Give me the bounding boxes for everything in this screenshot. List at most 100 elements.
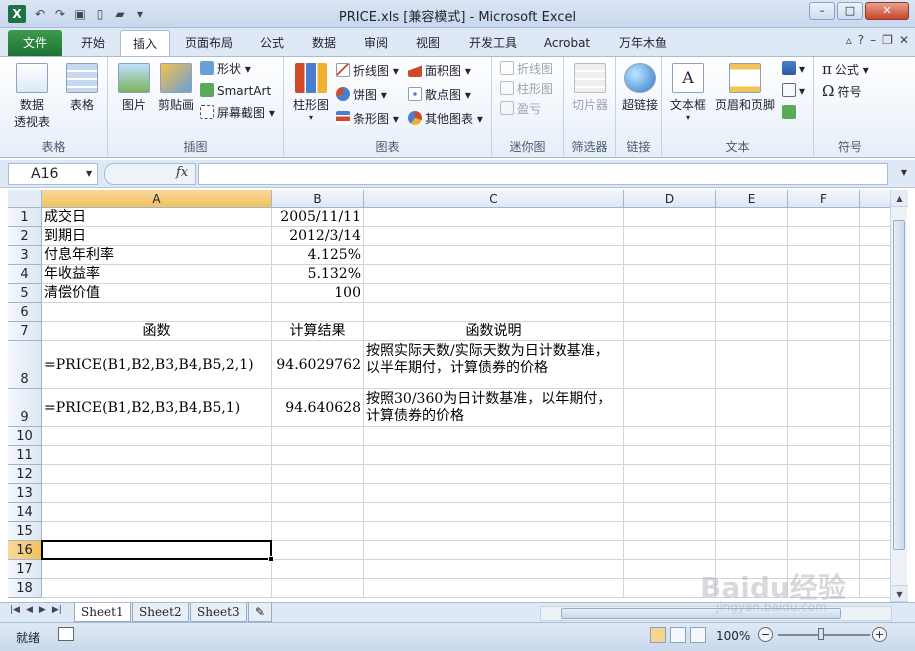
cell-f13[interactable]: [788, 484, 860, 503]
cell-c10[interactable]: [364, 427, 624, 446]
hyperlink-button[interactable]: 超链接: [618, 63, 662, 113]
area-chart-button[interactable]: 面积图 ▾: [408, 61, 471, 81]
row-header-3[interactable]: 3: [8, 246, 42, 265]
cell-e15[interactable]: [716, 522, 788, 541]
cell-b2[interactable]: 2012/3/14: [272, 227, 364, 246]
cell-d15[interactable]: [624, 522, 716, 541]
macro-recording-icon[interactable]: [58, 627, 74, 641]
tab-acrobat[interactable]: Acrobat: [536, 30, 598, 56]
cell-a11[interactable]: [42, 446, 272, 465]
cell-a10[interactable]: [42, 427, 272, 446]
clipart-button[interactable]: 剪贴画: [154, 63, 198, 113]
cell-f16[interactable]: [788, 541, 860, 560]
cell-c13[interactable]: [364, 484, 624, 503]
line-chart-button[interactable]: 折线图 ▾: [336, 61, 399, 81]
cell-e8[interactable]: [716, 341, 788, 389]
cell-a7[interactable]: 函数: [42, 322, 272, 341]
cell-b16[interactable]: [272, 541, 364, 560]
cell-a4[interactable]: 年收益率: [42, 265, 272, 284]
cell-g2[interactable]: [860, 227, 890, 246]
cell-a8[interactable]: =PRICE(B1,B2,B3,B4,B5,2,1): [42, 341, 272, 389]
scroll-down-icon[interactable]: ▼: [891, 585, 908, 602]
collapse-ribbon-icon[interactable]: ▵: [846, 33, 852, 47]
tab-home[interactable]: 开始: [70, 30, 116, 56]
cell-c8[interactable]: 按照实际天数/实际天数为日计数基准，以半年期付，计算债券的价格: [364, 341, 624, 389]
page-layout-view-icon[interactable]: [670, 627, 686, 643]
cell-g8[interactable]: [860, 341, 890, 389]
cell-d1[interactable]: [624, 208, 716, 227]
row-header-2[interactable]: 2: [8, 227, 42, 246]
cell-a15[interactable]: [42, 522, 272, 541]
cell-b3[interactable]: 4.125%: [272, 246, 364, 265]
row-header-16[interactable]: 16: [8, 541, 42, 560]
zoom-in-icon[interactable]: +: [872, 627, 887, 642]
cell-c18[interactable]: [364, 579, 624, 598]
zoom-slider[interactable]: [778, 634, 870, 636]
cell-e7[interactable]: [716, 322, 788, 341]
cell-e6[interactable]: [716, 303, 788, 322]
bar-chart-button[interactable]: 条形图 ▾: [336, 109, 399, 129]
cell-a17[interactable]: [42, 560, 272, 579]
cell-g11[interactable]: [860, 446, 890, 465]
cell-c1[interactable]: [364, 208, 624, 227]
cell-f2[interactable]: [788, 227, 860, 246]
doc-minimize-icon[interactable]: –: [870, 33, 876, 47]
row-header-14[interactable]: 14: [8, 503, 42, 522]
cell-a1[interactable]: 成交日: [42, 208, 272, 227]
active-cell-selection[interactable]: [41, 540, 272, 560]
tab-page-layout[interactable]: 页面布局: [176, 30, 242, 56]
row-header-12[interactable]: 12: [8, 465, 42, 484]
tab-review[interactable]: 审阅: [354, 30, 398, 56]
cell-d13[interactable]: [624, 484, 716, 503]
cell-c4[interactable]: [364, 265, 624, 284]
tab-wannian-muyu[interactable]: 万年木鱼: [610, 30, 676, 56]
cell-g13[interactable]: [860, 484, 890, 503]
cell-g15[interactable]: [860, 522, 890, 541]
cell-b14[interactable]: [272, 503, 364, 522]
cell-b18[interactable]: [272, 579, 364, 598]
signature-line-button[interactable]: ▾: [782, 81, 805, 101]
cell-e4[interactable]: [716, 265, 788, 284]
formula-input[interactable]: [198, 163, 888, 185]
cell-b1[interactable]: 2005/11/11: [272, 208, 364, 227]
cell-b15[interactable]: [272, 522, 364, 541]
cell-e16[interactable]: [716, 541, 788, 560]
cell-c17[interactable]: [364, 560, 624, 579]
object-button[interactable]: [782, 103, 799, 123]
cell-e5[interactable]: [716, 284, 788, 303]
doc-close-icon[interactable]: ✕: [899, 33, 909, 47]
cell-d9[interactable]: [624, 389, 716, 427]
expand-formula-bar-icon[interactable]: ▼: [901, 168, 907, 177]
cell-d7[interactable]: [624, 322, 716, 341]
first-sheet-icon[interactable]: |◀: [10, 605, 20, 615]
cell-a18[interactable]: [42, 579, 272, 598]
row-header-13[interactable]: 13: [8, 484, 42, 503]
row-header-17[interactable]: 17: [8, 560, 42, 579]
cell-b6[interactable]: [272, 303, 364, 322]
cell-a13[interactable]: [42, 484, 272, 503]
cell-b13[interactable]: [272, 484, 364, 503]
pivot-table-button[interactable]: 数据 透视表: [8, 63, 56, 130]
name-box-dropdown-icon[interactable]: ▼: [86, 169, 92, 178]
column-header-a[interactable]: A: [42, 190, 272, 208]
cell-b17[interactable]: [272, 560, 364, 579]
cell-a6[interactable]: [42, 303, 272, 322]
cell-d2[interactable]: [624, 227, 716, 246]
cell-b11[interactable]: [272, 446, 364, 465]
cell-g7[interactable]: [860, 322, 890, 341]
cell-e3[interactable]: [716, 246, 788, 265]
cell-b12[interactable]: [272, 465, 364, 484]
cell-g4[interactable]: [860, 265, 890, 284]
table-button[interactable]: 表格: [60, 63, 104, 113]
last-sheet-icon[interactable]: ▶|: [52, 605, 62, 615]
name-box[interactable]: A16: [8, 163, 98, 185]
cell-g3[interactable]: [860, 246, 890, 265]
cell-c6[interactable]: [364, 303, 624, 322]
cell-d14[interactable]: [624, 503, 716, 522]
cell-f4[interactable]: [788, 265, 860, 284]
column-chart-button[interactable]: 柱形图 ▾: [288, 63, 334, 122]
next-sheet-icon[interactable]: ▶: [39, 605, 46, 615]
cell-g17[interactable]: [860, 560, 890, 579]
cell-d6[interactable]: [624, 303, 716, 322]
cell-e12[interactable]: [716, 465, 788, 484]
